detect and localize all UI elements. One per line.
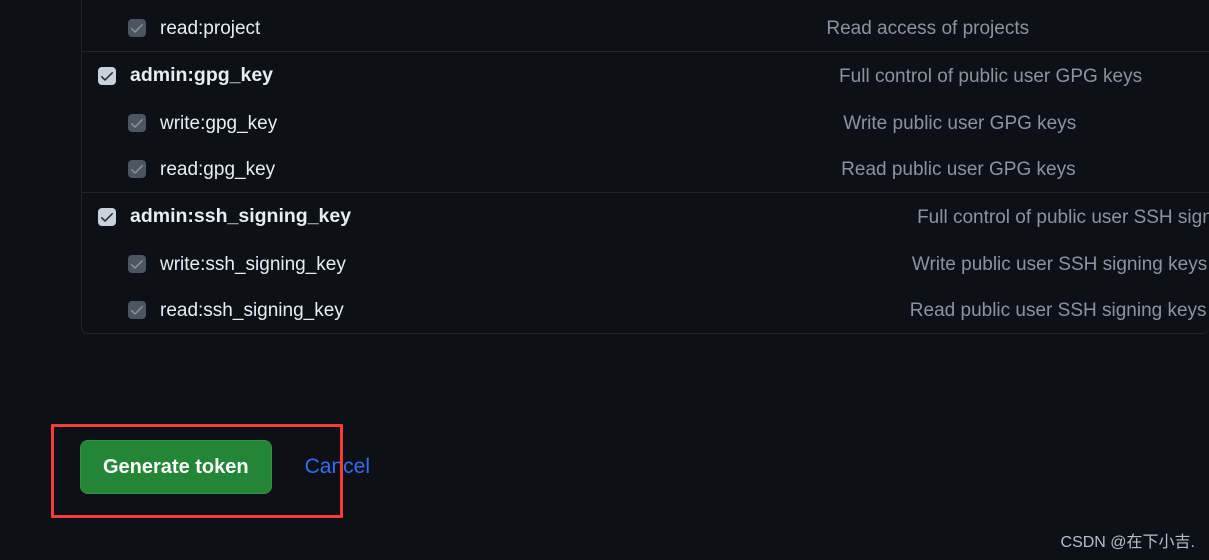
scopes-panel: projectFull control of projectsread:proj…	[81, 0, 1209, 334]
checkbox-checked-disabled-icon	[128, 160, 146, 178]
scope-description: Full control of public user SSH signing …	[917, 206, 1209, 228]
scope-description-holder: Read public user SSH signing keys	[344, 287, 1209, 333]
scope-checkbox-wrapper[interactable]	[98, 67, 116, 85]
scope-label: read:project	[160, 17, 261, 39]
scope-label: admin:gpg_key	[130, 64, 274, 87]
scope-label: write:ssh_signing_key	[160, 253, 346, 275]
scope-label: read:ssh_signing_key	[160, 299, 344, 321]
scope-row-child[interactable]: read:project Read access of projects	[82, 5, 1209, 51]
scope-description-holder: Full control of public user SSH signing …	[351, 193, 1209, 241]
cancel-link[interactable]: Cancel	[305, 455, 370, 479]
checkbox-checked-icon[interactable]	[98, 67, 116, 85]
watermark-text: CSDN @在下小吉.	[1060, 534, 1195, 551]
scope-row-child[interactable]: write:gpg_key Write public user GPG keys	[82, 100, 1209, 146]
scope-description: Read access of projects	[826, 17, 1030, 39]
scope-row-parent[interactable]: admin:gpg_key Full control of public user…	[82, 52, 1209, 100]
checkbox-checked-disabled-icon	[128, 255, 146, 273]
scope-label: admin:ssh_signing_key	[130, 205, 352, 228]
scope-checkbox-wrapper[interactable]	[128, 301, 146, 319]
scope-checkbox-wrapper[interactable]	[128, 19, 146, 37]
checkbox-checked-disabled-icon	[128, 114, 146, 132]
scope-label: read:gpg_key	[160, 158, 276, 180]
scope-row-child[interactable]: write:ssh_signing_key Write public user S…	[82, 241, 1209, 287]
generate-token-button[interactable]: Generate token	[80, 440, 272, 494]
scope-checkbox-wrapper[interactable]	[128, 114, 146, 132]
scope-group: admin:gpg_key Full control of public user…	[82, 51, 1209, 192]
scope-row-child[interactable]: read:gpg_key Read public user GPG keys	[82, 146, 1209, 192]
scope-description-holder: Full control of public user GPG keys	[273, 52, 1209, 100]
scope-description-holder: Read public user GPG keys	[275, 146, 1209, 192]
checkbox-checked-icon[interactable]	[98, 208, 116, 226]
scope-row-child[interactable]: read:ssh_signing_key Read public user SSH…	[82, 287, 1209, 333]
scope-description-holder: Read access of projects	[260, 5, 1209, 51]
scope-description: Write public user SSH signing keys	[911, 253, 1208, 275]
scope-description-holder: Write public user SSH signing keys	[346, 241, 1209, 287]
checkbox-checked-disabled-icon	[128, 19, 146, 37]
scope-description: Read public user SSH signing keys	[909, 299, 1207, 321]
scope-description-holder: Write public user GPG keys	[277, 100, 1209, 146]
scope-group: admin:ssh_signing_key Full control of pub…	[82, 192, 1209, 333]
scope-group: projectFull control of projectsread:proj…	[82, 0, 1209, 51]
scope-checkbox-wrapper[interactable]	[128, 160, 146, 178]
form-actions: Generate token Cancel	[80, 440, 370, 494]
scope-description: Read public user GPG keys	[841, 158, 1076, 180]
scope-description: Write public user GPG keys	[843, 112, 1077, 134]
scope-label: write:gpg_key	[160, 112, 278, 134]
scope-description: Full control of public user GPG keys	[839, 65, 1143, 87]
checkbox-checked-disabled-icon	[128, 301, 146, 319]
scope-checkbox-wrapper[interactable]	[98, 208, 116, 226]
scope-checkbox-wrapper[interactable]	[128, 255, 146, 273]
scope-row-parent[interactable]: admin:ssh_signing_key Full control of pub…	[82, 193, 1209, 241]
